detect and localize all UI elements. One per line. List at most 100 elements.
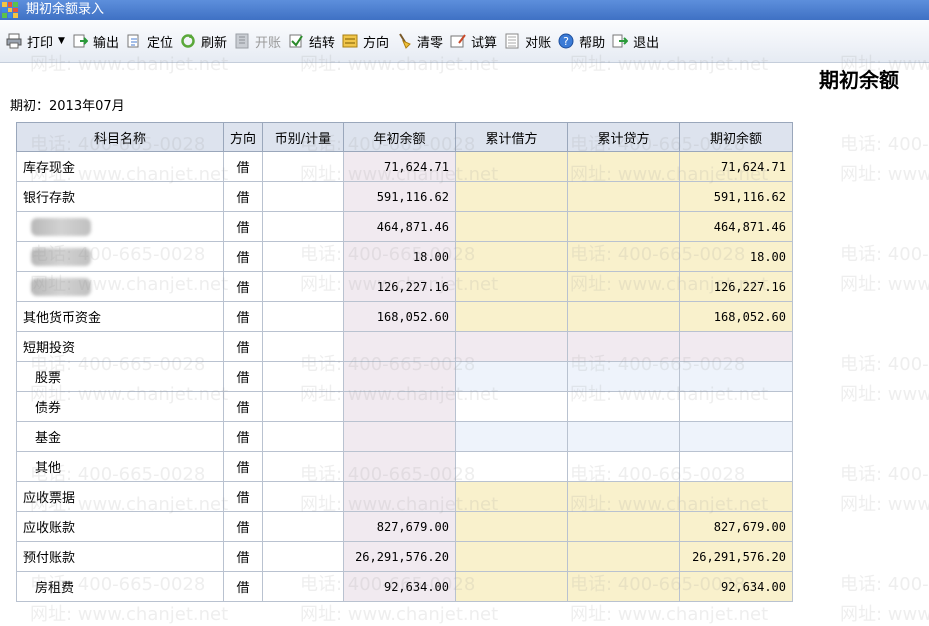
column-header[interactable]: 累计借方: [455, 122, 568, 152]
unit-cell[interactable]: [262, 301, 344, 332]
opening-cell[interactable]: [679, 391, 793, 422]
toolbar-button-calculate[interactable]: 试算: [450, 32, 497, 51]
year-open-cell[interactable]: [343, 451, 456, 482]
table-row[interactable]: 银行存款借 591,116.62 591,116.62: [16, 181, 793, 212]
unit-cell[interactable]: [262, 541, 344, 572]
debit-cell[interactable]: [455, 241, 568, 272]
column-header[interactable]: 科目名称: [16, 122, 224, 152]
direction-cell[interactable]: 借: [223, 571, 263, 602]
toolbar-button-exit[interactable]: 退出: [612, 32, 659, 51]
direction-cell[interactable]: 借: [223, 421, 263, 452]
direction-cell[interactable]: 借: [223, 391, 263, 422]
year-open-cell[interactable]: [343, 361, 456, 392]
debit-cell[interactable]: [455, 361, 568, 392]
year-open-cell[interactable]: 92,634.00: [343, 571, 456, 602]
year-open-cell[interactable]: [343, 391, 456, 422]
direction-cell[interactable]: 借: [223, 511, 263, 542]
year-open-cell[interactable]: 591,116.62: [343, 181, 456, 212]
debit-cell[interactable]: [455, 511, 568, 542]
table-row[interactable]: 债券借: [16, 391, 793, 422]
credit-cell[interactable]: [567, 391, 680, 422]
unit-cell[interactable]: [262, 571, 344, 602]
table-row[interactable]: 借 126,227.16 126,227.16: [16, 271, 793, 302]
account-name-cell[interactable]: [16, 241, 224, 272]
credit-cell[interactable]: [567, 331, 680, 362]
year-open-cell[interactable]: [343, 421, 456, 452]
toolbar-button-carry-forward[interactable]: 结转: [288, 32, 335, 51]
table-row[interactable]: 借 18.00 18.00: [16, 241, 793, 272]
credit-cell[interactable]: [567, 241, 680, 272]
direction-cell[interactable]: 借: [223, 241, 263, 272]
direction-cell[interactable]: 借: [223, 481, 263, 512]
credit-cell[interactable]: [567, 421, 680, 452]
credit-cell[interactable]: [567, 571, 680, 602]
account-name-cell[interactable]: 短期投资: [16, 331, 224, 362]
toolbar-button-printer[interactable]: 打印 ▼: [6, 32, 65, 51]
unit-cell[interactable]: [262, 271, 344, 302]
table-row[interactable]: 其他货币资金借 168,052.60 168,052.60: [16, 301, 793, 332]
opening-cell[interactable]: 168,052.60: [679, 301, 793, 332]
debit-cell[interactable]: [455, 181, 568, 212]
opening-cell[interactable]: 26,291,576.20: [679, 541, 793, 572]
direction-cell[interactable]: 借: [223, 181, 263, 212]
account-name-cell[interactable]: 其他货币资金: [16, 301, 224, 332]
unit-cell[interactable]: [262, 421, 344, 452]
opening-cell[interactable]: 464,871.46: [679, 211, 793, 242]
unit-cell[interactable]: [262, 151, 344, 182]
debit-cell[interactable]: [455, 301, 568, 332]
opening-cell[interactable]: [679, 421, 793, 452]
credit-cell[interactable]: [567, 481, 680, 512]
toolbar-button-help[interactable]: ? 帮助: [558, 32, 605, 51]
debit-cell[interactable]: [455, 331, 568, 362]
opening-cell[interactable]: 71,624.71: [679, 151, 793, 182]
table-row[interactable]: 房租费借 92,634.00 92,634.00: [16, 571, 793, 602]
toolbar-button-reconcile[interactable]: 对账: [504, 32, 551, 51]
direction-cell[interactable]: 借: [223, 451, 263, 482]
credit-cell[interactable]: [567, 451, 680, 482]
account-name-cell[interactable]: 股票: [16, 361, 224, 392]
table-row[interactable]: 应收票据借: [16, 481, 793, 512]
unit-cell[interactable]: [262, 481, 344, 512]
table-row[interactable]: 股票借: [16, 361, 793, 392]
account-name-cell[interactable]: 库存现金: [16, 151, 224, 182]
toolbar-button-direction[interactable]: 方向: [342, 32, 389, 51]
column-header[interactable]: 期初余额: [679, 122, 793, 152]
account-name-cell[interactable]: 应收票据: [16, 481, 224, 512]
table-row[interactable]: 短期投资借: [16, 331, 793, 362]
table-row[interactable]: 预付账款借 26,291,576.20 26,291,576.20: [16, 541, 793, 572]
account-name-cell[interactable]: 债券: [16, 391, 224, 422]
unit-cell[interactable]: [262, 511, 344, 542]
unit-cell[interactable]: [262, 181, 344, 212]
opening-cell[interactable]: 126,227.16: [679, 271, 793, 302]
direction-cell[interactable]: 借: [223, 211, 263, 242]
table-row[interactable]: 库存现金借 71,624.71 71,624.71: [16, 151, 793, 182]
opening-cell[interactable]: 92,634.00: [679, 571, 793, 602]
unit-cell[interactable]: [262, 211, 344, 242]
debit-cell[interactable]: [455, 391, 568, 422]
toolbar-button-broom[interactable]: 清零: [396, 32, 443, 51]
credit-cell[interactable]: [567, 301, 680, 332]
unit-cell[interactable]: [262, 391, 344, 422]
year-open-cell[interactable]: 18.00: [343, 241, 456, 272]
column-header[interactable]: 方向: [223, 122, 263, 152]
opening-cell[interactable]: [679, 361, 793, 392]
credit-cell[interactable]: [567, 361, 680, 392]
account-name-cell[interactable]: 预付账款: [16, 541, 224, 572]
table-row[interactable]: 借 464,871.46 464,871.46: [16, 211, 793, 242]
debit-cell[interactable]: [455, 481, 568, 512]
toolbar-button-refresh[interactable]: 刷新: [180, 32, 227, 51]
opening-cell[interactable]: 591,116.62: [679, 181, 793, 212]
opening-cell[interactable]: [679, 481, 793, 512]
account-name-cell[interactable]: [16, 211, 224, 242]
account-name-cell[interactable]: 银行存款: [16, 181, 224, 212]
year-open-cell[interactable]: 827,679.00: [343, 511, 456, 542]
credit-cell[interactable]: [567, 541, 680, 572]
credit-cell[interactable]: [567, 211, 680, 242]
toolbar-button-locate[interactable]: 定位: [126, 32, 173, 51]
opening-cell[interactable]: 18.00: [679, 241, 793, 272]
debit-cell[interactable]: [455, 211, 568, 242]
credit-cell[interactable]: [567, 151, 680, 182]
year-open-cell[interactable]: 464,871.46: [343, 211, 456, 242]
toolbar-button-export[interactable]: 输出: [72, 32, 119, 51]
year-open-cell[interactable]: [343, 481, 456, 512]
